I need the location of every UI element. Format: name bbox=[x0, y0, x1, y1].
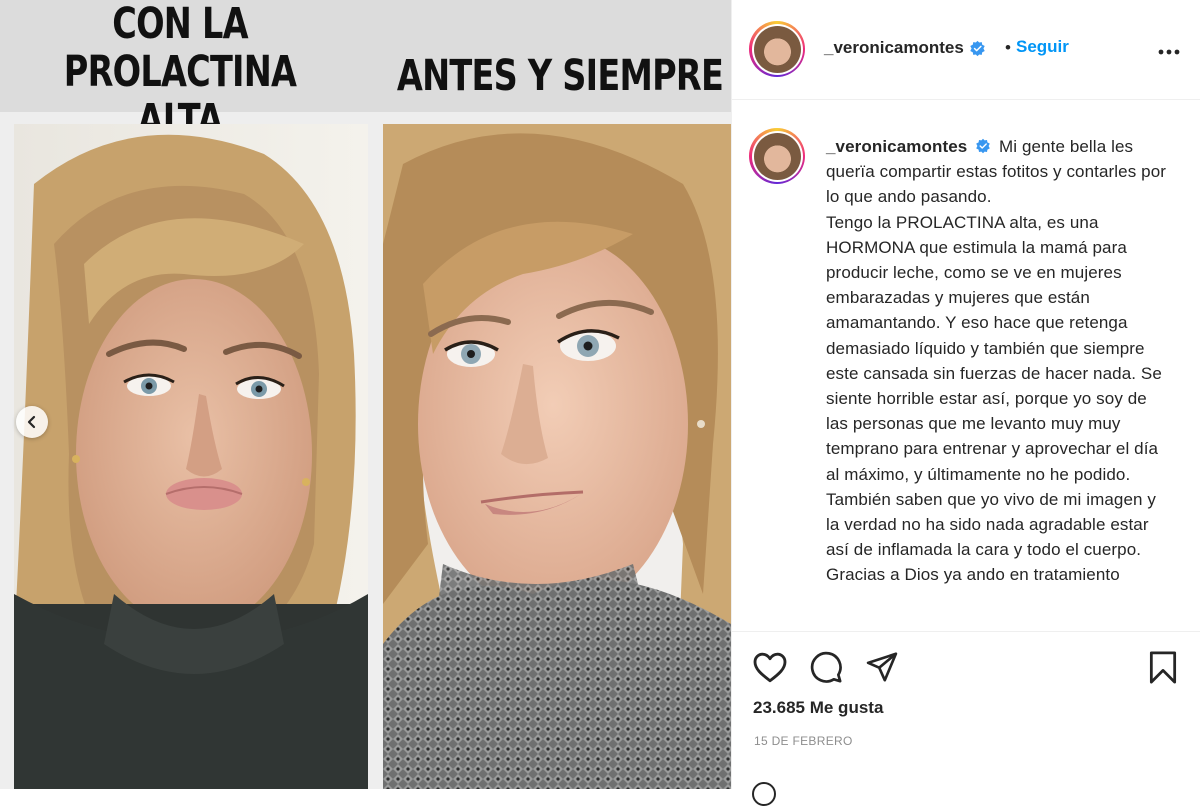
image-caption-left: CON LA PROLACTINA ALTA bbox=[0, 0, 367, 144]
photo-after bbox=[383, 124, 731, 789]
heart-icon[interactable] bbox=[752, 650, 788, 683]
emoji-icon[interactable] bbox=[752, 782, 776, 806]
post-actions: 23.685 Me gusta 15 DE FEBRERO bbox=[732, 631, 1200, 806]
more-options-icon bbox=[1158, 49, 1180, 55]
verified-badge-icon bbox=[970, 40, 985, 56]
follow-button[interactable]: Seguir bbox=[1016, 37, 1069, 57]
caption-area: _veronicamontes Mi gente bella les querï… bbox=[732, 100, 1200, 630]
username[interactable]: _veronicamontes bbox=[824, 38, 964, 58]
post-date: 15 DE FEBRERO bbox=[754, 734, 853, 748]
avatar-image bbox=[753, 25, 801, 73]
chevron-left-icon bbox=[27, 415, 36, 429]
username-link[interactable]: _veronicamontes bbox=[824, 38, 986, 58]
post-header: _veronicamontes • Seguir bbox=[732, 0, 1200, 100]
caption-text: _veronicamontes Mi gente bella les querï… bbox=[826, 134, 1171, 588]
share-icon[interactable] bbox=[865, 651, 899, 683]
likes-count[interactable]: 23.685 Me gusta bbox=[753, 698, 883, 718]
image-caption-right: ANTES Y SIEMPRE bbox=[396, 51, 724, 101]
caption-avatar[interactable] bbox=[749, 128, 805, 184]
post-sidebar: _veronicamontes • Seguir _veronicamontes… bbox=[731, 0, 1200, 806]
photo-before bbox=[14, 124, 368, 789]
avatar-image bbox=[753, 132, 801, 180]
caption-body: Mi gente bella les querïa compartir esta… bbox=[826, 137, 1167, 585]
more-options-button[interactable] bbox=[1158, 38, 1180, 58]
post-image[interactable]: CON LA PROLACTINA ALTA ANTES Y SIEMPRE bbox=[0, 0, 731, 789]
bookmark-icon[interactable] bbox=[1148, 650, 1178, 685]
comment-icon[interactable] bbox=[809, 650, 843, 684]
separator-dot: • bbox=[1005, 38, 1011, 57]
image-caption-left-line-1: CON LA PROLACTINA bbox=[63, 0, 297, 97]
carousel-prev-button[interactable] bbox=[16, 406, 48, 438]
verified-badge-icon bbox=[976, 138, 990, 154]
avatar[interactable] bbox=[749, 21, 805, 77]
caption-username[interactable]: _veronicamontes bbox=[826, 137, 967, 156]
